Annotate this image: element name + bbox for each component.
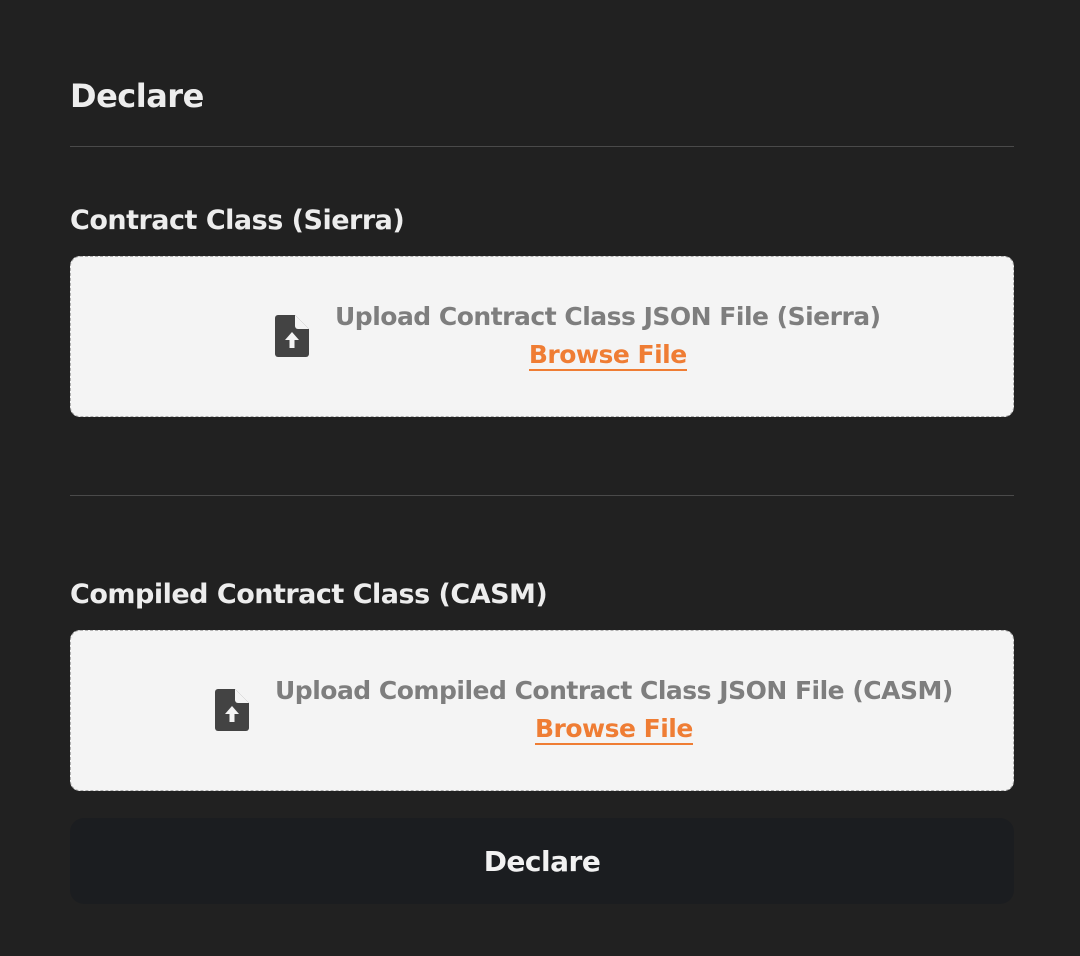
file-upload-icon: [215, 689, 249, 731]
casm-dropzone[interactable]: Upload Compiled Contract Class JSON File…: [70, 630, 1014, 791]
casm-dropzone-content: Upload Compiled Contract Class JSON File…: [215, 675, 953, 745]
divider: [70, 495, 1014, 496]
sierra-section-label: Contract Class (Sierra): [70, 205, 405, 236]
sierra-dropzone-text: Upload Contract Class JSON File (Sierra)…: [335, 301, 881, 371]
sierra-dropzone-content: Upload Contract Class JSON File (Sierra)…: [275, 301, 881, 371]
file-upload-icon: [275, 315, 309, 357]
divider: [70, 146, 1014, 147]
declare-button[interactable]: Declare: [70, 818, 1014, 904]
sierra-dropzone[interactable]: Upload Contract Class JSON File (Sierra)…: [70, 256, 1014, 417]
casm-browse-file-link[interactable]: Browse File: [534, 715, 693, 745]
casm-section-label: Compiled Contract Class (CASM): [70, 579, 548, 610]
sierra-browse-file-link[interactable]: Browse File: [528, 341, 687, 371]
sierra-upload-text: Upload Contract Class JSON File (Sierra): [335, 302, 881, 331]
casm-dropzone-text: Upload Compiled Contract Class JSON File…: [275, 675, 953, 745]
page-title: Declare: [70, 77, 204, 115]
casm-upload-text: Upload Compiled Contract Class JSON File…: [275, 676, 953, 705]
